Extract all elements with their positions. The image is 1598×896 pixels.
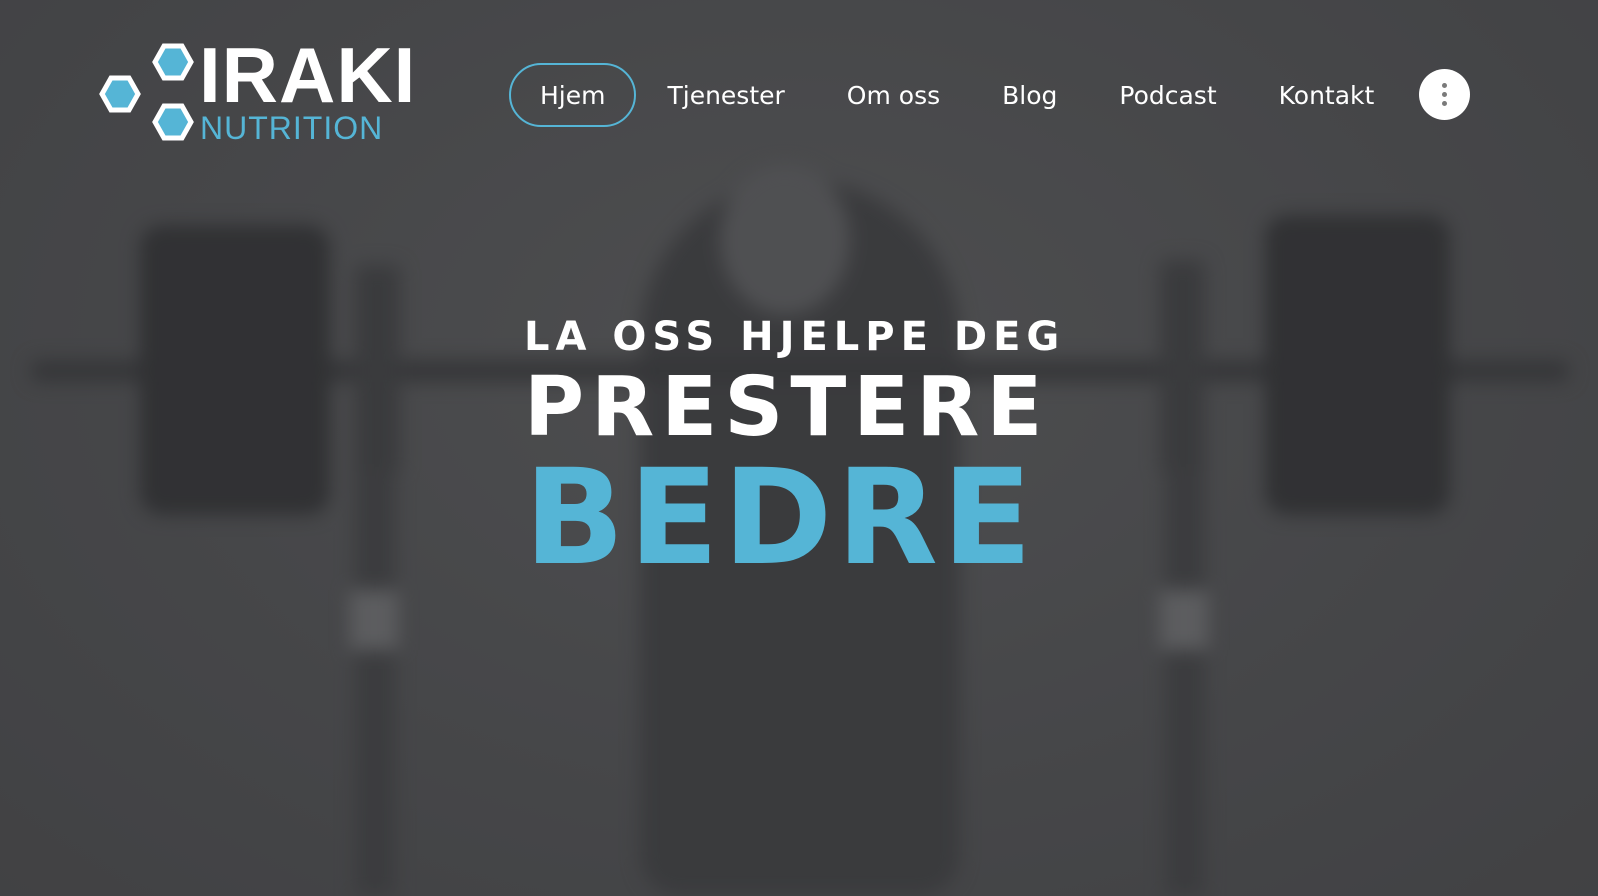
nav-item-kontakt[interactable]: Kontakt: [1248, 63, 1406, 127]
hero-title-accent: BEDRE: [524, 441, 1037, 595]
nav-item-om-oss[interactable]: Om oss: [816, 63, 971, 127]
site-header: IRAKI NUTRITION Hjem Tjenester Om oss Bl…: [0, 0, 1598, 190]
main-nav: Hjem Tjenester Om oss Blog Podcast Konta…: [509, 63, 1405, 127]
nav-item-podcast[interactable]: Podcast: [1088, 63, 1247, 127]
hero-tagline: LA OSS HJELPE DEG: [524, 314, 1066, 360]
nav-item-blog[interactable]: Blog: [971, 63, 1088, 127]
hero-headline: LA OSS HJELPE DEG PRESTERE BEDRE: [524, 312, 1084, 588]
vertical-dots-icon: [1442, 83, 1447, 88]
nav-item-tjenester[interactable]: Tjenester: [636, 63, 815, 127]
more-menu-button[interactable]: [1419, 69, 1470, 120]
nav-item-hjem[interactable]: Hjem: [509, 63, 637, 127]
brand-logo[interactable]: IRAKI NUTRITION: [96, 36, 415, 152]
hexagon-logo-icon: [99, 43, 194, 141]
brand-name: IRAKI: [199, 31, 417, 119]
brand-subtitle: NUTRITION: [200, 110, 384, 146]
